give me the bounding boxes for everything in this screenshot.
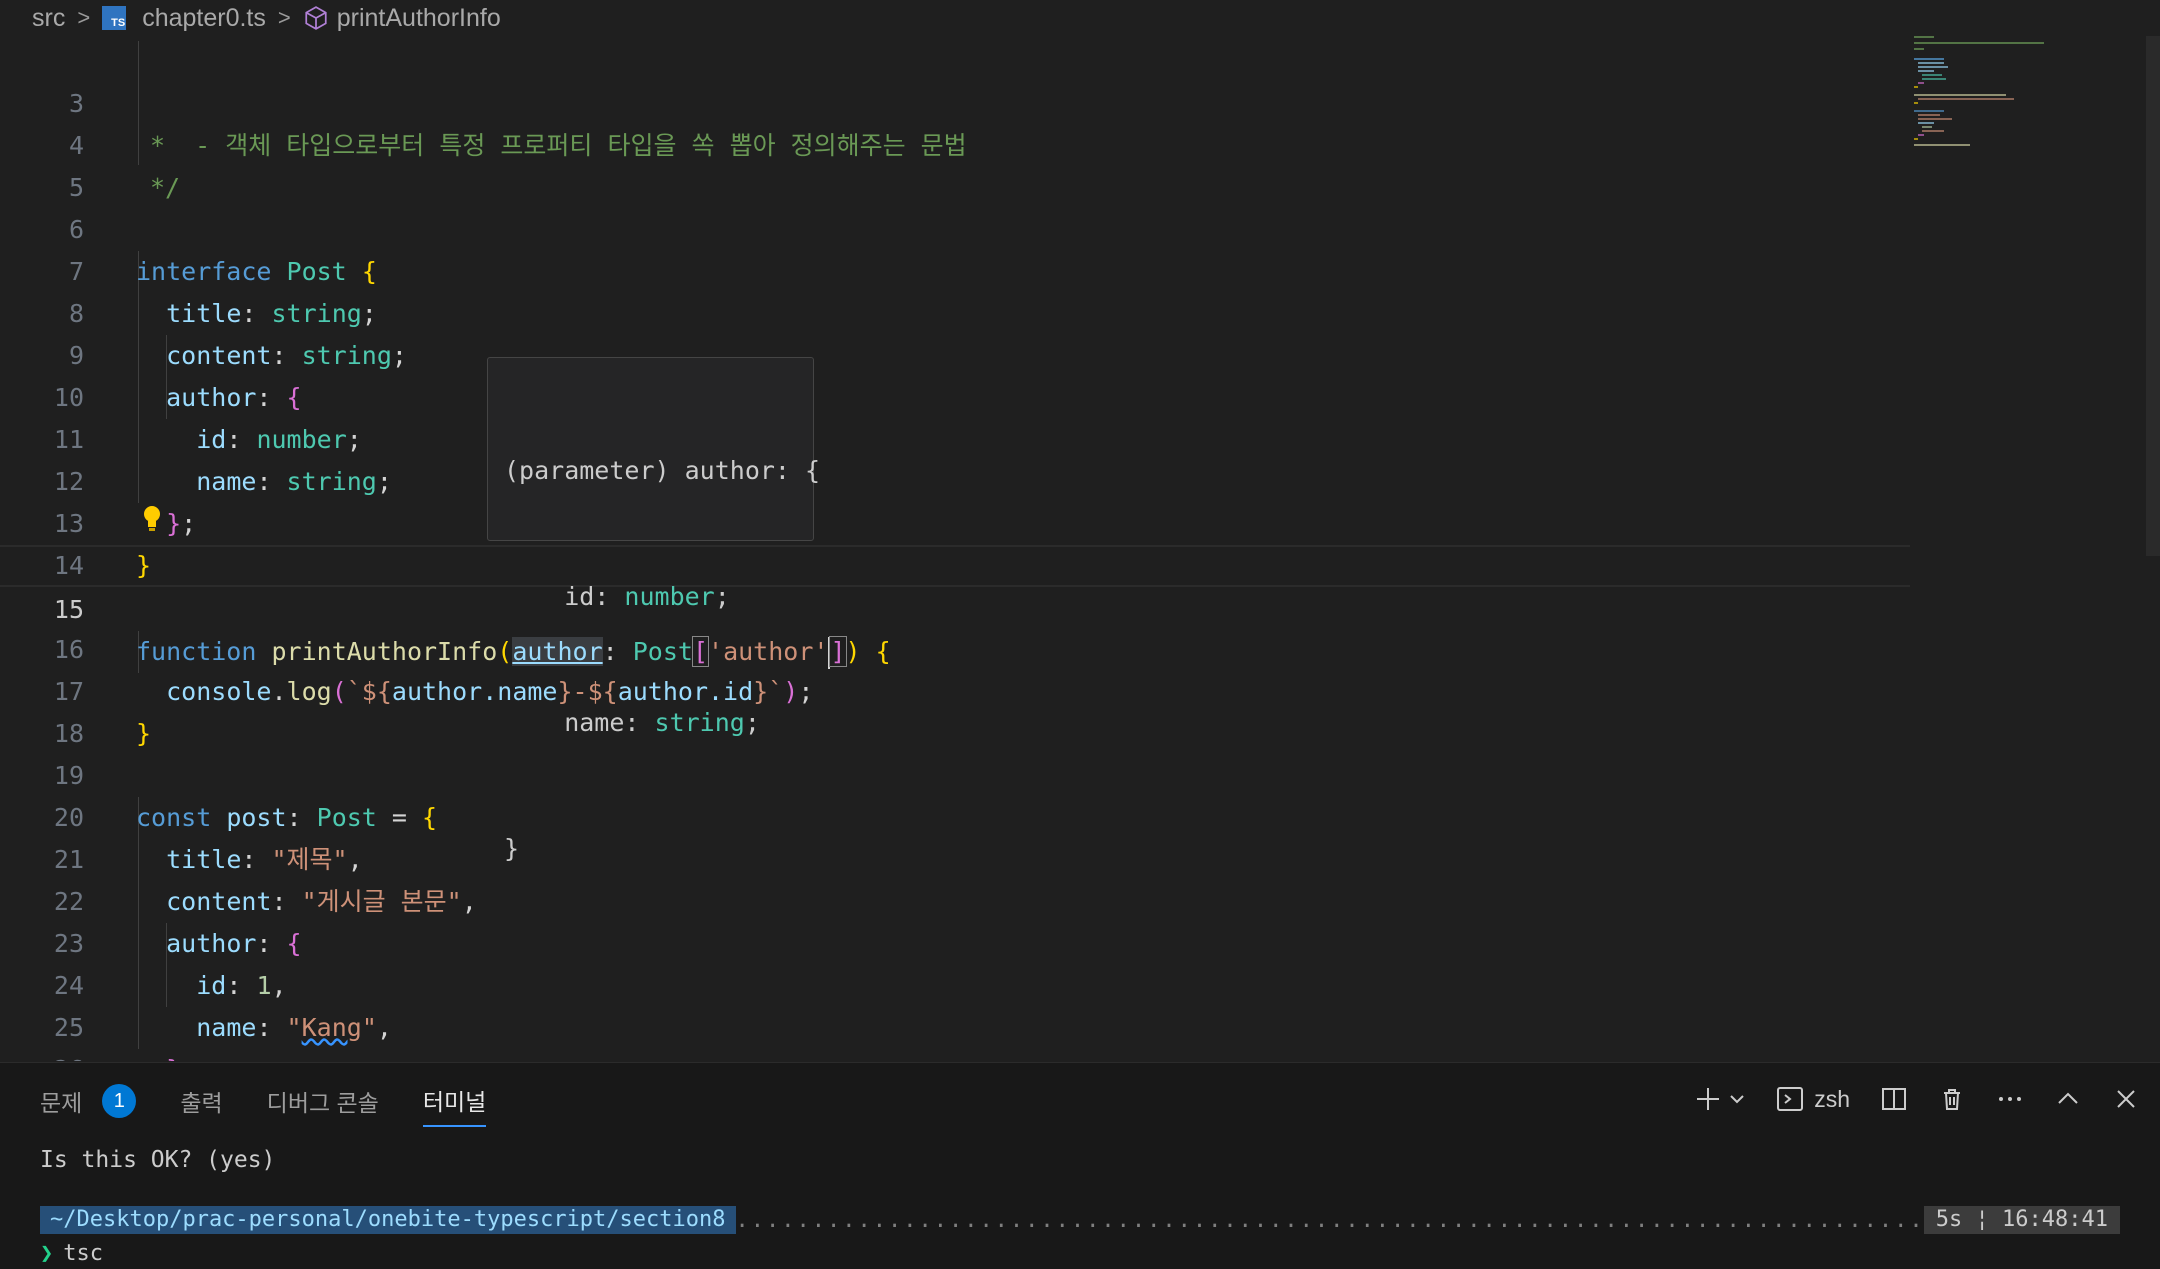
typescript-file-icon: TS	[102, 6, 127, 30]
code-line: 24 name: "Kang",	[0, 923, 1910, 1042]
breadcrumb-symbol[interactable]: printAuthorInfo	[337, 4, 501, 33]
code-line: 6 interface Post {	[0, 167, 1910, 286]
tooltip-type: string	[654, 708, 745, 737]
terminal-prompt: ~/Desktop/prac-personal/onebite-typescri…	[40, 1205, 2120, 1235]
lightbulb-icon[interactable]	[142, 504, 162, 534]
code-line: 26 };	[0, 1007, 1910, 1061]
prompt-path: ~/Desktop/prac-personal/onebite-typescri…	[40, 1206, 736, 1234]
bottom-panel: 문제 1 출력 디버그 콘솔 터미널 zsh Is this OK? (yes)…	[0, 1062, 2160, 1269]
terminal-output: Is this OK? (yes)	[40, 1147, 276, 1173]
code-line: 11 name: string;	[0, 377, 1910, 496]
symbol-method-icon	[305, 6, 327, 30]
code-line: 3 * - 객체 타입으로부터 특정 프로퍼티 타입을 쏙 뽑아 정의해주는 문…	[0, 41, 1910, 160]
tab-label: 터미널	[422, 1089, 487, 1115]
breadcrumb-file[interactable]: chapter0.ts	[142, 4, 266, 33]
tab-label: 문제	[40, 1090, 83, 1116]
tooltip-line: (parameter) author: {	[504, 456, 821, 485]
code-line: 23 id: 1,	[0, 881, 1910, 1000]
maximize-panel-icon[interactable]	[2054, 1085, 2082, 1113]
terminal-command: tsc	[63, 1241, 103, 1266]
split-terminal-icon[interactable]	[1880, 1085, 1908, 1113]
code-line: 18	[0, 671, 1910, 748]
code-line: 12 };	[0, 419, 1910, 538]
prompt-filler: ........................................…	[735, 1207, 1924, 1233]
code-line: 13 }	[0, 461, 1910, 580]
tab-label: 디버그 콘솔	[266, 1090, 379, 1116]
code-line: 7 title: string;	[0, 209, 1910, 328]
tab-terminal[interactable]: 터미널	[422, 1083, 487, 1127]
close-panel-icon[interactable]	[2112, 1085, 2140, 1113]
code-line: 25 },	[0, 965, 1910, 1061]
tooltip-line: name: string;	[504, 708, 760, 737]
code-line: 4 */	[0, 83, 1910, 202]
minimap[interactable]	[1910, 36, 2140, 166]
plus-icon	[1697, 1088, 1720, 1110]
panel-tabs: 문제 1 출력 디버그 콘솔 터미널	[40, 1083, 487, 1127]
chevron-right-icon: >	[277, 5, 291, 30]
tooltip-key: id:	[504, 582, 625, 611]
terminal-shell-selector[interactable]: zsh	[1776, 1085, 1850, 1113]
tooltip-line: id: number;	[504, 582, 730, 611]
tab-output[interactable]: 출력	[180, 1084, 222, 1126]
command-duration: 5s	[1935, 1207, 1963, 1232]
tooltip-key: name:	[504, 708, 655, 737]
code-line-current: 15 function printAuthorInfo(author: Post…	[0, 545, 1910, 669]
tab-problems[interactable]: 문제 1	[40, 1084, 137, 1126]
prompt-arrow-icon: ❯	[40, 1241, 54, 1266]
code-line: 20 title: "제목",	[0, 755, 1910, 874]
chevron-down-icon[interactable]	[1728, 1090, 1746, 1108]
new-terminal-button[interactable]	[1694, 1085, 1746, 1113]
tooltip-type: number	[624, 582, 715, 611]
command-time: 16:48:41	[2002, 1207, 2108, 1232]
tooltip-line: }	[504, 834, 520, 863]
breadcrumb-folder[interactable]: src	[32, 4, 65, 33]
problems-count-badge: 1	[102, 1084, 137, 1118]
chevron-right-icon: >	[77, 5, 91, 30]
code-line: 16 console.log(`${author.name}-${author.…	[0, 587, 1910, 706]
code-line: 5	[0, 125, 1910, 202]
code-line: 14	[0, 503, 1910, 580]
breadcrumb: src > TS chapter0.ts > printAuthorInfo	[0, 0, 2160, 36]
code-editor[interactable]: 3 * - 객체 타입으로부터 특정 프로퍼티 타입을 쏙 뽑아 정의해주는 문…	[0, 41, 2160, 1061]
more-actions-icon[interactable]	[1996, 1085, 2024, 1113]
trash-icon[interactable]	[1938, 1085, 1966, 1113]
shell-name: zsh	[1814, 1085, 1850, 1112]
code-line: 19 const post: Post = {	[0, 713, 1910, 832]
code-line: 10 id: number;	[0, 335, 1910, 454]
code-line: 21 content: "게시글 본문",	[0, 797, 1910, 916]
prompt-status: 5s ¦ 16:48:41	[1923, 1206, 2120, 1234]
panel-actions: zsh	[1694, 1085, 2140, 1113]
tab-label: 출력	[180, 1090, 223, 1116]
code-line: 8 content: string;	[0, 251, 1910, 370]
code-line: 9 author: {	[0, 293, 1910, 412]
hover-tooltip: (parameter) author: { id: number; name: …	[487, 357, 821, 863]
line-number: 26	[0, 1049, 84, 1061]
code-line: 17 }	[0, 629, 1910, 748]
terminal-icon	[1777, 1087, 1804, 1111]
editor-scrollbar[interactable]	[2146, 36, 2160, 556]
terminal-input-line[interactable]: ❯ tsc	[40, 1241, 103, 1266]
code-line: 22 author: {	[0, 839, 1910, 958]
tab-debug-console[interactable]: 디버그 콘솔	[267, 1084, 379, 1126]
